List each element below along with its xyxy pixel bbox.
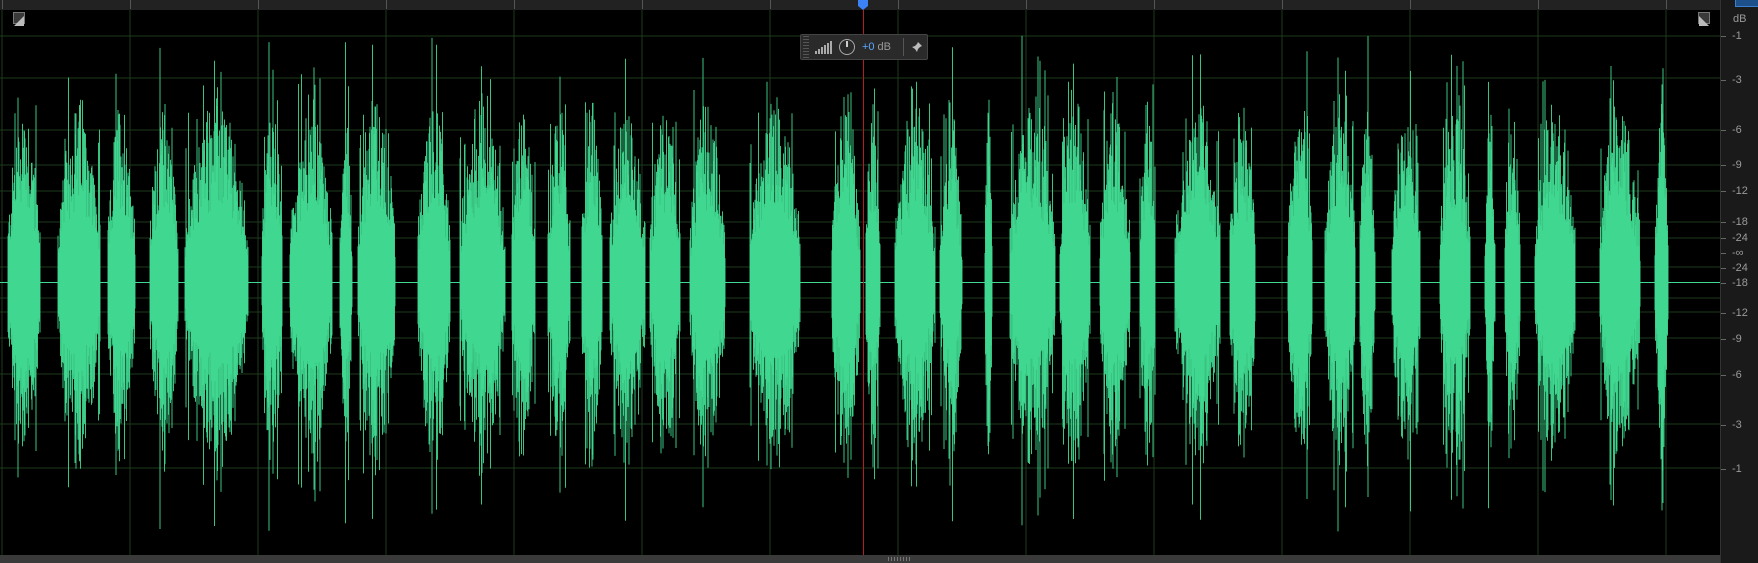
db-scale-tick [1721, 80, 1726, 81]
db-scale-label: -24 [1732, 232, 1748, 244]
db-scale-tick [1721, 268, 1726, 269]
time-ruler-tick [386, 0, 387, 9]
time-ruler-tick [2, 0, 3, 9]
time-ruler-tick [1026, 0, 1027, 9]
db-scale-label: -∞ [1732, 247, 1744, 259]
db-scale-label: -6 [1732, 124, 1742, 136]
time-ruler-tick [514, 0, 515, 9]
db-scale-tick [1721, 283, 1726, 284]
time-ruler-tick [258, 0, 259, 9]
db-scale-label: -18 [1732, 277, 1748, 289]
db-scale-label: -1 [1732, 463, 1742, 475]
db-scale-tick [1721, 469, 1726, 470]
time-ruler-tick [130, 0, 131, 9]
waveform-display[interactable] [0, 10, 1720, 555]
db-scale-tick [1721, 375, 1726, 376]
playhead-marker-icon[interactable] [857, 0, 869, 10]
pin-icon[interactable] [911, 41, 923, 53]
time-ruler-tick [1538, 0, 1539, 9]
gain-unit: dB [877, 41, 892, 53]
volume-knob-icon[interactable] [839, 39, 855, 55]
db-scale-tick [1721, 165, 1726, 166]
db-scale-label: -9 [1732, 159, 1742, 171]
hud-divider [903, 38, 905, 56]
scroll-grip-icon[interactable] [888, 557, 912, 561]
db-scale-label: -1 [1732, 30, 1742, 42]
time-ruler-tick [1282, 0, 1283, 9]
time-ruler-tick [642, 0, 643, 9]
drag-grip-icon[interactable] [803, 36, 809, 58]
fade-in-handle-icon[interactable] [13, 12, 25, 26]
db-scale-label: -18 [1732, 216, 1748, 228]
db-scale-tick [1721, 36, 1726, 37]
db-scale-label: -3 [1732, 74, 1742, 86]
db-scale-tick [1721, 191, 1726, 192]
horizontal-scrollbar[interactable] [0, 555, 1720, 563]
time-ruler-tick [1410, 0, 1411, 9]
db-scale-tick [1721, 130, 1726, 131]
db-scale-label: -12 [1732, 185, 1748, 197]
db-scale-tick [1721, 222, 1726, 223]
time-ruler-tick [1666, 0, 1667, 9]
time-ruler-tick [1154, 0, 1155, 9]
db-scale-label: -3 [1732, 419, 1742, 431]
db-scale-tick [1721, 425, 1726, 426]
fade-out-handle-icon[interactable] [1698, 12, 1710, 26]
db-unit-label: dB [1733, 13, 1747, 25]
db-scale-label: -12 [1732, 307, 1748, 319]
waveform-editor: +0 dB dB -1 -3 -6 -9 -12 -18 -24 -∞ -24 -18 -12 -9 -… [0, 0, 1758, 563]
db-scale-tick [1721, 313, 1726, 314]
playhead-line[interactable] [863, 10, 864, 555]
time-ruler-tick [770, 0, 771, 9]
db-scale-tick [1721, 238, 1726, 239]
db-ruler: dB -1 -3 -6 -9 -12 -18 -24 -∞ -24 -18 -12 -9 -6 -3 -1 [1720, 0, 1758, 563]
waveform-panel[interactable] [0, 10, 1720, 555]
meter-badge [1735, 0, 1758, 7]
db-scale-tick [1721, 339, 1726, 340]
waveform-channel [7, 35, 1669, 532]
db-scale-label: -9 [1732, 333, 1742, 345]
waveform-path [7, 35, 1669, 532]
time-ruler-tick [898, 0, 899, 9]
db-scale-tick [1721, 253, 1726, 254]
gain-hud[interactable]: +0 dB [800, 34, 928, 60]
level-meter-icon [815, 41, 832, 54]
db-scale-label: -6 [1732, 369, 1742, 381]
db-scale-label: -24 [1732, 262, 1748, 274]
gain-value[interactable]: +0 [862, 41, 875, 53]
